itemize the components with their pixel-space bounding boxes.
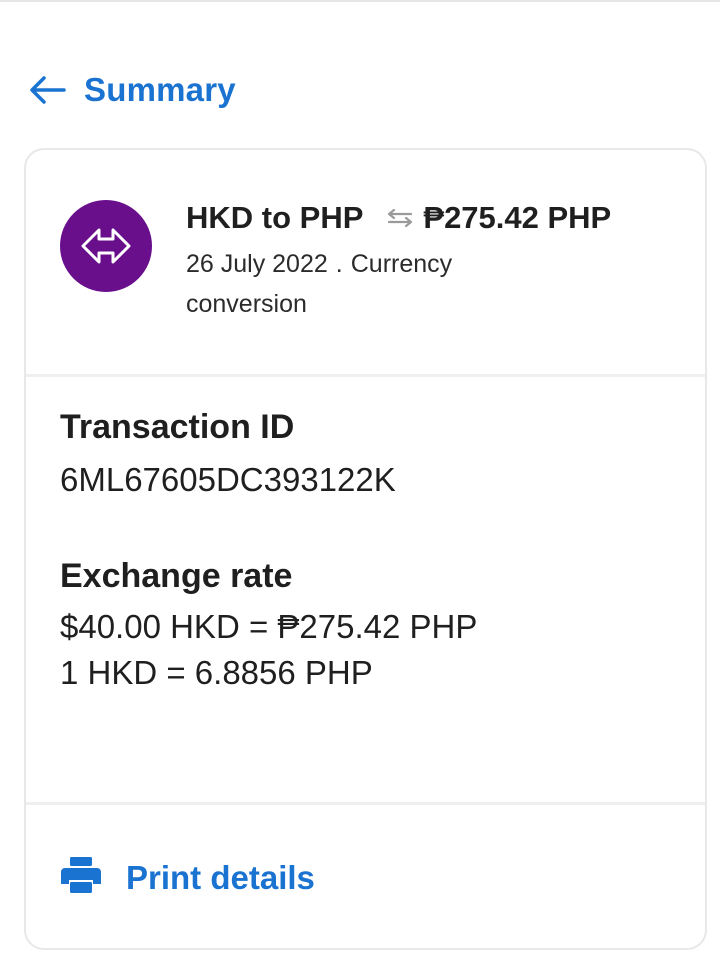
divider [26,802,705,805]
back-to-summary[interactable]: Summary [28,66,236,114]
swap-arrows-icon [385,208,415,228]
separator-dot: . [335,250,343,278]
transaction-card: HKD to PHP ₱275.42 PHP 26 July 2022. Curr… [24,148,707,950]
printer-icon[interactable] [60,856,102,899]
print-details-button[interactable]: Print details [60,856,315,899]
top-divider [0,0,720,2]
transaction-id-value: 6ML67605DC393122K [60,461,396,498]
transaction-id-label: Transaction ID [60,408,295,446]
arrow-left-icon[interactable] [28,75,66,105]
exchange-rate-label: Exchange rate [60,557,293,595]
divider [26,374,705,377]
page-title[interactable]: Summary [84,71,236,109]
exchange-rate-section: Exchange rate $40.00 HKD = ₱275.42 PHP 1… [60,557,680,696]
transaction-title: HKD to PHP [186,200,364,235]
exchange-rate-line-1: $40.00 HKD = ₱275.42 PHP [60,608,478,645]
transaction-date: 26 July 2022 [186,250,328,278]
transaction-summary: HKD to PHP ₱275.42 PHP 26 July 2022. Curr… [26,150,705,376]
currency-exchange-icon [60,200,152,292]
transaction-text: HKD to PHP ₱275.42 PHP 26 July 2022. Curr… [186,200,696,324]
print-details-label[interactable]: Print details [126,859,315,897]
transaction-amount: ₱275.42 PHP [423,200,612,235]
transaction-details: Transaction ID 6ML67605DC393122K Exchang… [60,408,680,696]
exchange-rate-line-2: 1 HKD = 6.8856 PHP [60,654,373,691]
transaction-subtitle: 26 July 2022. Currency conversion [186,244,516,324]
